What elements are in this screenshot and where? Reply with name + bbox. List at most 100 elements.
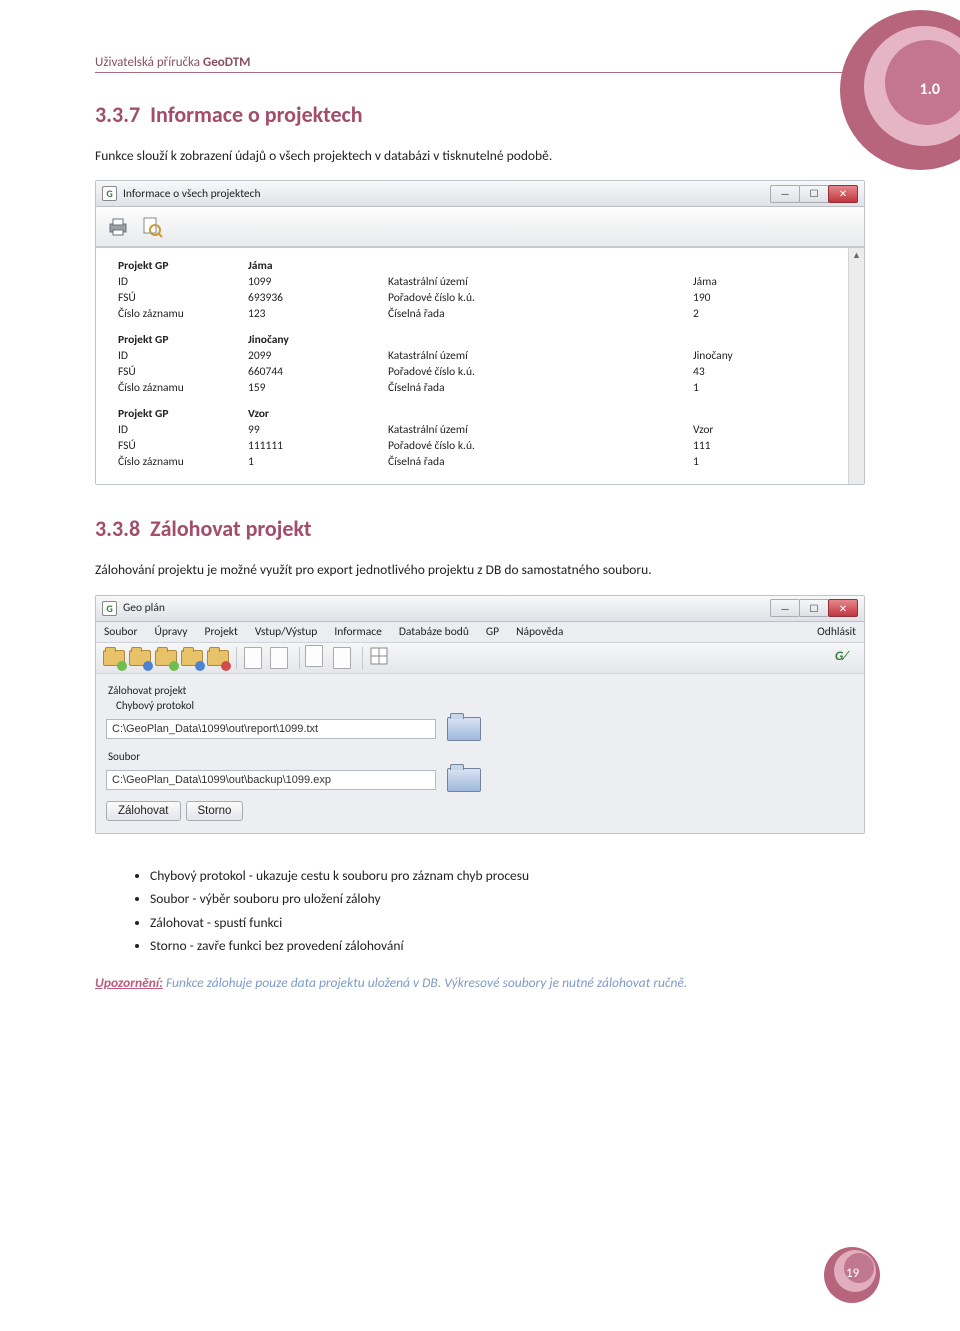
project-name: Jáma	[244, 258, 384, 274]
toolbar	[96, 207, 864, 247]
maximize-button[interactable]: ☐	[799, 599, 829, 617]
app-icon: G	[102, 601, 117, 616]
heading-informace: 3.3.7 Informace o projektech	[95, 101, 865, 128]
list-item: Storno - zavře funkci bez provedení zálo…	[150, 934, 865, 958]
document-icon[interactable]	[244, 647, 266, 669]
folder-add-icon[interactable]	[155, 647, 177, 669]
field-value: 111111	[244, 438, 384, 454]
field-value: 111	[689, 438, 858, 454]
backup-form: Zálohovat projekt Chybový protokol Soubo…	[96, 674, 864, 833]
print-icon[interactable]	[106, 215, 130, 239]
menu-item[interactable]: Vstup/Výstup	[255, 625, 318, 639]
field-label: FSÚ	[114, 438, 244, 454]
project-header-label: Projekt GP	[114, 406, 244, 422]
header-rule	[95, 72, 865, 73]
field-label: FSÚ	[114, 364, 244, 380]
cancel-button[interactable]: Storno	[186, 801, 244, 821]
field-label: ID	[114, 348, 244, 364]
protocol-path-input[interactable]	[106, 719, 436, 739]
grid-icon[interactable]	[370, 647, 392, 669]
field-value: 2	[689, 306, 858, 322]
field-value: 99	[244, 422, 384, 438]
version-number: 1.0	[920, 80, 941, 99]
menu-item[interactable]: Soubor	[104, 625, 138, 639]
app-icon: G	[102, 186, 117, 201]
window-geoplan: G Geo plán — ☐ ✕ Soubor Úpravy Projekt Vstu…	[95, 595, 865, 834]
field-value: Vzor	[689, 422, 858, 438]
separator	[236, 647, 237, 669]
document-header: Uživatelská příručka GeoDTM	[95, 55, 865, 70]
warning-label: Upozornění:	[95, 974, 163, 991]
field-value: 159	[244, 380, 384, 396]
browse-button[interactable]	[444, 765, 484, 795]
field-label: Katastrální území	[384, 274, 689, 290]
field-label: Číslo záznamu	[114, 306, 244, 322]
field-label: ID	[114, 422, 244, 438]
menu-item[interactable]: Projekt	[205, 625, 238, 639]
field-value: Jáma	[689, 274, 858, 290]
field-value: 660744	[244, 364, 384, 380]
page-number-badge: 19	[824, 1247, 880, 1303]
field-value: 693936	[244, 290, 384, 306]
logo-icon: G⁄	[835, 649, 857, 667]
field-label: Číselná řada	[384, 306, 689, 322]
section2-text: Zálohování projektu je možné využít pro …	[95, 560, 865, 580]
minimize-button[interactable]: —	[770, 599, 800, 617]
backup-button[interactable]: Zálohovat	[106, 801, 181, 821]
project-header-label: Projekt GP	[114, 332, 244, 348]
field-label: Pořadové číslo k.ú.	[384, 364, 689, 380]
window-title-text: Geo plán	[123, 601, 165, 615]
titlebar: G Geo plán — ☐ ✕	[96, 596, 864, 622]
project-name: Vzor	[244, 406, 384, 422]
folder-refresh-icon[interactable]	[181, 647, 203, 669]
menu-item[interactable]: Informace	[334, 625, 382, 639]
warning-note: Upozornění: Funkce zálohuje pouze data p…	[95, 972, 865, 994]
field-value: Jinočany	[689, 348, 858, 364]
folder-delete-icon[interactable]	[207, 647, 229, 669]
field-label: Katastrální území	[384, 348, 689, 364]
close-button[interactable]: ✕	[828, 599, 858, 617]
menu-item[interactable]: GP	[486, 625, 499, 639]
heading-zalohovat: 3.3.8 Zálohovat projekt	[95, 515, 865, 542]
menu-logout[interactable]: Odhlásit	[817, 625, 856, 639]
menubar: Soubor Úpravy Projekt Vstup/Výstup Informace…	[96, 622, 864, 643]
field-label: ID	[114, 274, 244, 290]
maximize-button[interactable]: ☐	[799, 185, 829, 203]
field-value: 190	[689, 290, 858, 306]
toolstrip: G⁄	[96, 643, 864, 674]
minimize-button[interactable]: —	[770, 185, 800, 203]
document-icon[interactable]	[270, 647, 292, 669]
menu-item[interactable]: Databáze bodů	[399, 625, 469, 639]
field-label: Číselná řada	[384, 380, 689, 396]
warning-text: Funkce zálohuje pouze data projektu ulož…	[163, 974, 687, 991]
field-value: 1099	[244, 274, 384, 290]
page-number: 19	[846, 1266, 859, 1281]
separator	[299, 647, 300, 669]
window-project-info: G Informace o všech projektech — ☐ ✕ Pro…	[95, 180, 865, 485]
copy-icon[interactable]	[307, 647, 329, 669]
field-label: Katastrální území	[384, 422, 689, 438]
section1-text: Funkce slouží k zobrazení údajů o všech …	[95, 146, 865, 166]
close-button[interactable]: ✕	[828, 185, 858, 203]
copy-icon[interactable]	[333, 647, 355, 669]
list-item: Soubor - výběr souboru pro uložení záloh…	[150, 887, 865, 911]
field-label: Číslo záznamu	[114, 454, 244, 470]
browse-button[interactable]	[444, 714, 484, 744]
preview-icon[interactable]	[140, 215, 164, 239]
menu-item[interactable]: Nápověda	[516, 625, 563, 639]
header-prefix: Uživatelská příručka	[95, 55, 203, 70]
folder-open-icon[interactable]	[129, 647, 151, 669]
backup-path-input[interactable]	[106, 770, 436, 790]
folder-new-icon[interactable]	[103, 647, 125, 669]
window-title-text: Informace o všech projektech	[123, 187, 261, 201]
form-title: Zálohovat projekt	[108, 684, 854, 697]
field-label: Pořadové číslo k.ú.	[384, 438, 689, 454]
header-product: GeoDTM	[203, 55, 251, 70]
field-label: FSÚ	[114, 290, 244, 306]
project-block: Projekt GPJámaID1099Katastrální územíJám…	[114, 258, 858, 322]
scrollbar[interactable]	[848, 248, 864, 484]
project-name: Jinočany	[244, 332, 384, 348]
list-item: Chybový protokol - ukazuje cestu k soubo…	[150, 864, 865, 888]
field-value: 1	[689, 380, 858, 396]
menu-item[interactable]: Úpravy	[155, 625, 188, 639]
